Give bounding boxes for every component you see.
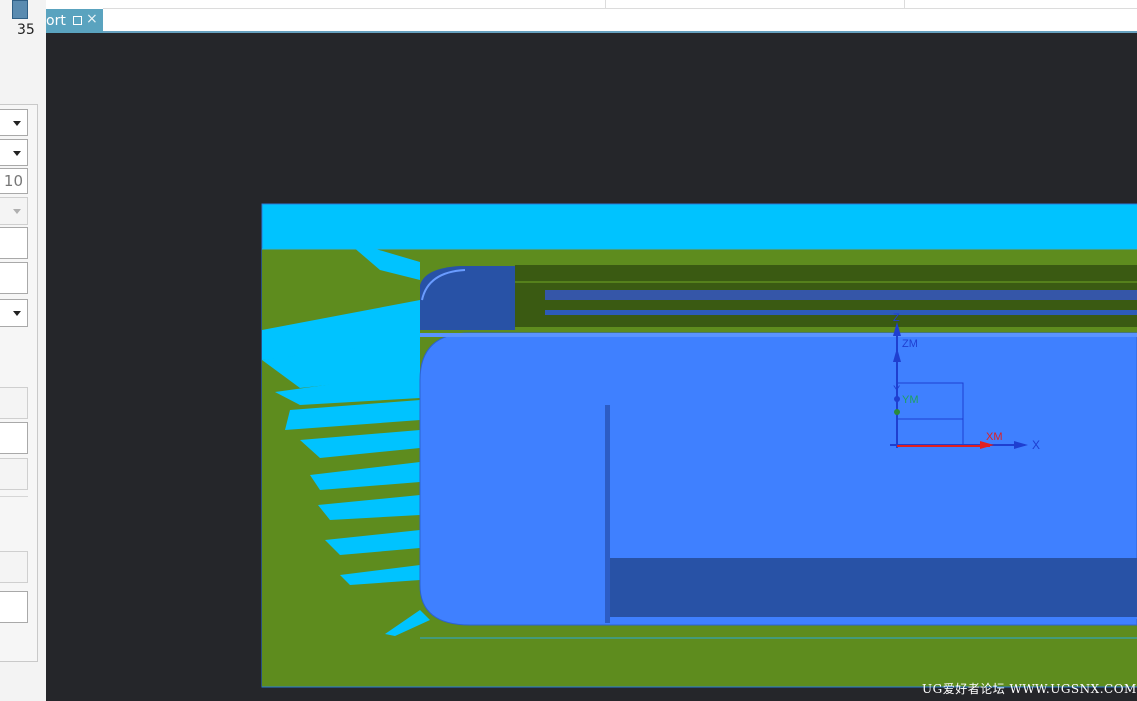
- y-axis-label: Y: [893, 384, 901, 396]
- tab-strip-line: [103, 8, 1137, 9]
- z-axis-label: Z: [893, 312, 900, 324]
- input-field-1[interactable]: [0, 227, 28, 259]
- input-field-2[interactable]: [0, 262, 28, 294]
- operation-dialog-panel: 35 10: [0, 0, 47, 701]
- slider-handle[interactable]: [12, 0, 28, 19]
- zm-axis-label: ZM: [902, 338, 918, 350]
- model-scene: Z ZM Y YM XM X: [261, 203, 1137, 688]
- close-icon[interactable]: ×: [86, 11, 98, 27]
- input-field-3[interactable]: [0, 387, 28, 419]
- column-divider: [605, 0, 606, 8]
- number-field[interactable]: 10: [0, 168, 28, 194]
- tab-label: ort: [46, 13, 66, 29]
- graphics-viewport[interactable]: Z ZM Y YM XM X: [46, 33, 1137, 701]
- tab-viewport[interactable]: ort ×: [46, 9, 103, 33]
- tab-strip: ort ×: [46, 0, 1137, 33]
- column-divider: [904, 0, 905, 8]
- watermark: UG爱好者论坛 WWW.UGSNX.COM: [922, 682, 1137, 696]
- ym-axis-label: YM: [902, 394, 919, 406]
- input-field-5[interactable]: [0, 458, 28, 490]
- divider: [0, 496, 28, 497]
- slider-value: 35: [17, 22, 35, 38]
- dropdown-2[interactable]: [0, 139, 28, 166]
- popout-icon[interactable]: [73, 16, 82, 25]
- curved-wall: [420, 266, 515, 330]
- dropdown-3[interactable]: [0, 299, 28, 327]
- dropdown-1[interactable]: [0, 109, 28, 136]
- input-field-6[interactable]: [0, 551, 28, 583]
- x-axis-label: X: [1032, 438, 1040, 452]
- input-field-4[interactable]: [0, 422, 28, 454]
- input-field-7[interactable]: [0, 591, 28, 623]
- dropdown-disabled[interactable]: [0, 197, 28, 225]
- inner-pocket-floor: [610, 558, 1137, 618]
- xm-axis-label: XM: [986, 431, 1003, 443]
